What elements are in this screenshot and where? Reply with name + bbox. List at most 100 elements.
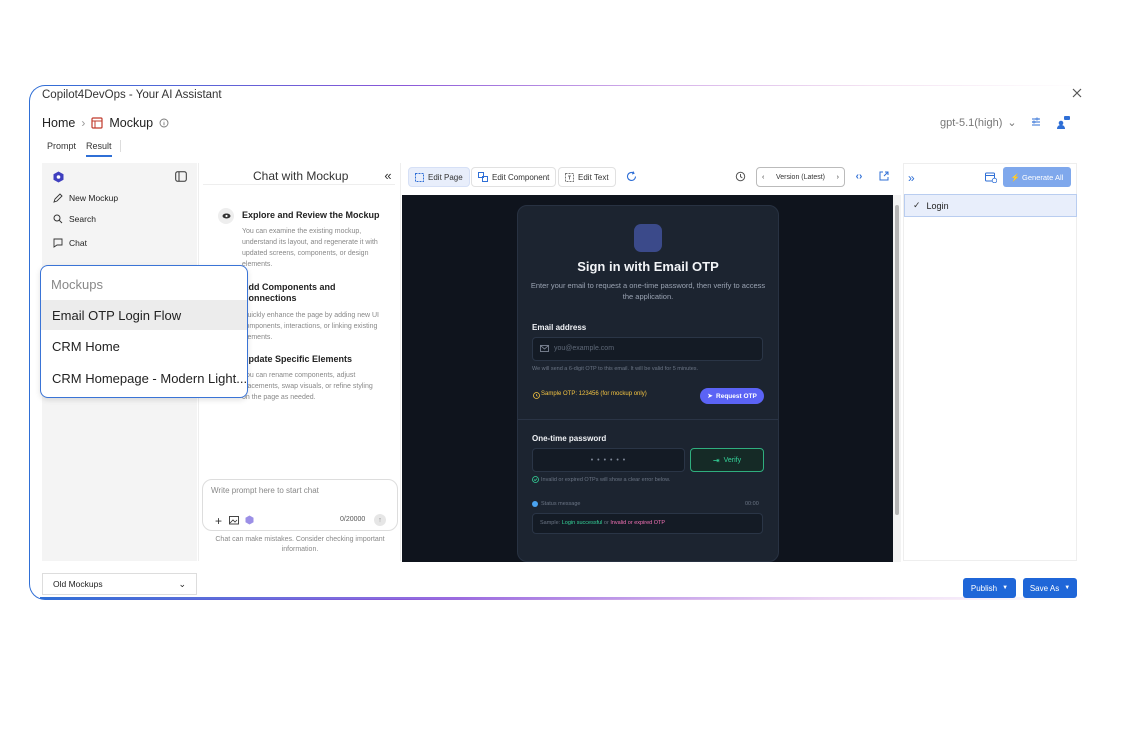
breadcrumb-current: Mockup: [109, 116, 154, 130]
edit-component-button[interactable]: Edit Component: [471, 167, 557, 187]
sidebar-item-new-mockup[interactable]: New Mockup: [53, 193, 118, 203]
status-error: Invalid or expired OTP: [610, 520, 666, 526]
chevron-down-icon: ⌄: [178, 578, 186, 589]
email-placeholder: you@example.com: [554, 345, 615, 352]
close-icon[interactable]: [1070, 86, 1084, 100]
send-icon: ➤: [707, 393, 714, 400]
login-arrow-icon: ⇥: [712, 455, 720, 465]
sidebar-toggle-icon[interactable]: [174, 170, 187, 182]
edit-page-label: Edit Page: [428, 172, 463, 182]
scrollbar-thumb[interactable]: [895, 205, 899, 515]
chevron-left-icon[interactable]: ‹: [762, 174, 764, 181]
email-field[interactable]: you@example.com: [532, 337, 763, 361]
model-select-value: gpt-5.1(high): [940, 116, 1003, 129]
otp-field[interactable]: • • • • • •: [532, 448, 685, 472]
signin-heading: Sign in with Email OTP: [577, 259, 719, 274]
ai-icon[interactable]: [244, 515, 254, 525]
request-otp-button[interactable]: ➤ Request OTP: [700, 388, 764, 404]
save-as-label: Save As: [1029, 583, 1060, 593]
sidebar-item-search[interactable]: Search: [53, 214, 96, 224]
publish-button[interactable]: Publish ▼: [963, 578, 1016, 598]
chevron-right-icon: ›: [81, 116, 86, 130]
status-or: or: [603, 520, 609, 526]
save-as-button[interactable]: Save As ▼: [1023, 578, 1077, 598]
send-arrow-icon[interactable]: ↑: [374, 514, 386, 526]
edit-text-button[interactable]: Edit Text: [558, 167, 616, 187]
chat-icon: [53, 238, 63, 248]
lightning-icon: ⚡: [1010, 172, 1021, 182]
attach-image-icon[interactable]: [229, 515, 239, 525]
edit-page-icon: [415, 172, 424, 182]
settings-sliders-icon[interactable]: [1030, 116, 1042, 128]
sidebar-item-label: Search: [69, 214, 96, 224]
feature-title: Explore and Review the Mockup: [242, 210, 380, 220]
version-selector[interactable]: ‹ Version (Latest) ›: [756, 167, 845, 187]
search-icon: [53, 214, 63, 224]
refresh-icon[interactable]: [625, 170, 638, 183]
status-message-box: Sample: Login successful or Invalid or e…: [532, 513, 763, 534]
history-icon[interactable]: [734, 170, 747, 183]
text-select-icon: [565, 172, 574, 182]
check-circle-icon: [532, 476, 539, 483]
add-page-icon[interactable]: [984, 171, 997, 183]
verify-button[interactable]: ⇥ Verify: [690, 448, 764, 472]
tab-prompt[interactable]: Prompt: [47, 141, 76, 157]
old-mockups-label: Old Mockups: [53, 579, 103, 589]
chat-input[interactable]: Write prompt here to start chat: [211, 486, 319, 495]
otp-hint: Invalid or expired OTPs will show a clea…: [541, 477, 671, 483]
edit-component-label: Edit Component: [492, 172, 550, 182]
chat-disclaimer: Chat can make mistakes. Consider checkin…: [215, 536, 385, 553]
generate-all-label: Generate All: [1022, 172, 1064, 182]
generate-all-button[interactable]: ⚡ Generate All: [1003, 167, 1071, 187]
chat-title: Chat with Mockup: [253, 169, 349, 183]
collapse-left-icon[interactable]: «: [382, 168, 394, 183]
eye-icon: [218, 208, 234, 224]
model-select[interactable]: gpt-5.1(high) ⌄: [940, 116, 1017, 130]
check-icon: ✓: [913, 200, 921, 210]
status-sample-text: Sample: Login successful or Invalid or e…: [540, 520, 665, 526]
code-icon[interactable]: ‹›: [852, 170, 866, 183]
page-item-login[interactable]: ✓ Login: [904, 194, 1077, 217]
tab-result[interactable]: Result: [86, 141, 112, 157]
sample-otp: Sample OTP: 123456 (for mockup only): [541, 391, 647, 397]
feature-description: Quickly enhance the page by adding new U…: [242, 312, 379, 341]
status-sample-prefix: Sample:: [540, 520, 561, 526]
user-settings-icon[interactable]: [1055, 114, 1071, 130]
mockups-heading: Mockups: [51, 277, 104, 292]
plus-icon[interactable]: +: [215, 514, 222, 528]
status-dot-icon: [532, 501, 538, 507]
tab-divider: [120, 140, 121, 152]
edit-text-label: Edit Text: [578, 172, 609, 182]
edit-page-button[interactable]: Edit Page: [408, 167, 470, 187]
open-external-icon[interactable]: [878, 170, 890, 182]
email-hint: We will send a 6-digit OTP to this email…: [532, 366, 699, 372]
request-otp-label: Request OTP: [716, 392, 757, 400]
version-label: Version (Latest): [775, 173, 826, 181]
caret-down-icon: ▼: [1064, 585, 1071, 591]
result-tabs: Prompt Result: [47, 141, 112, 157]
mockup-item[interactable]: Email OTP Login Flow: [41, 300, 247, 330]
clock-icon: [532, 391, 540, 399]
mockup-item[interactable]: CRM Home: [41, 331, 247, 361]
breadcrumb-home[interactable]: Home: [42, 116, 75, 130]
feature-title: Update Specific Elements: [242, 354, 353, 364]
page-item-label: Login: [926, 200, 949, 211]
sidebar-item-chat[interactable]: Chat: [53, 238, 87, 248]
otp-label: One-time password: [532, 434, 607, 443]
chat-header-divider: [203, 184, 395, 185]
sidebar-item-label: Chat: [69, 238, 87, 248]
status-success: Login successful: [561, 520, 603, 526]
app-logo-icon: [52, 171, 64, 183]
expand-right-icon[interactable]: »: [908, 171, 915, 185]
char-counter: 0/20000: [340, 516, 366, 523]
chevron-right-icon[interactable]: ›: [837, 174, 839, 181]
mockup-item[interactable]: CRM Homepage - Modern Light...: [41, 363, 247, 393]
chevron-down-icon: ⌄: [1007, 117, 1017, 129]
app-title: Copilot4DevOps - Your AI Assistant: [42, 89, 222, 101]
component-icon: [478, 172, 488, 182]
status-label: Status message: [541, 501, 581, 507]
info-icon[interactable]: [159, 118, 169, 128]
old-mockups-select[interactable]: Old Mockups ⌄: [42, 573, 197, 595]
breadcrumb: Home › Mockup: [42, 115, 169, 131]
feature-description: You can rename components, adjust placem…: [242, 372, 373, 401]
